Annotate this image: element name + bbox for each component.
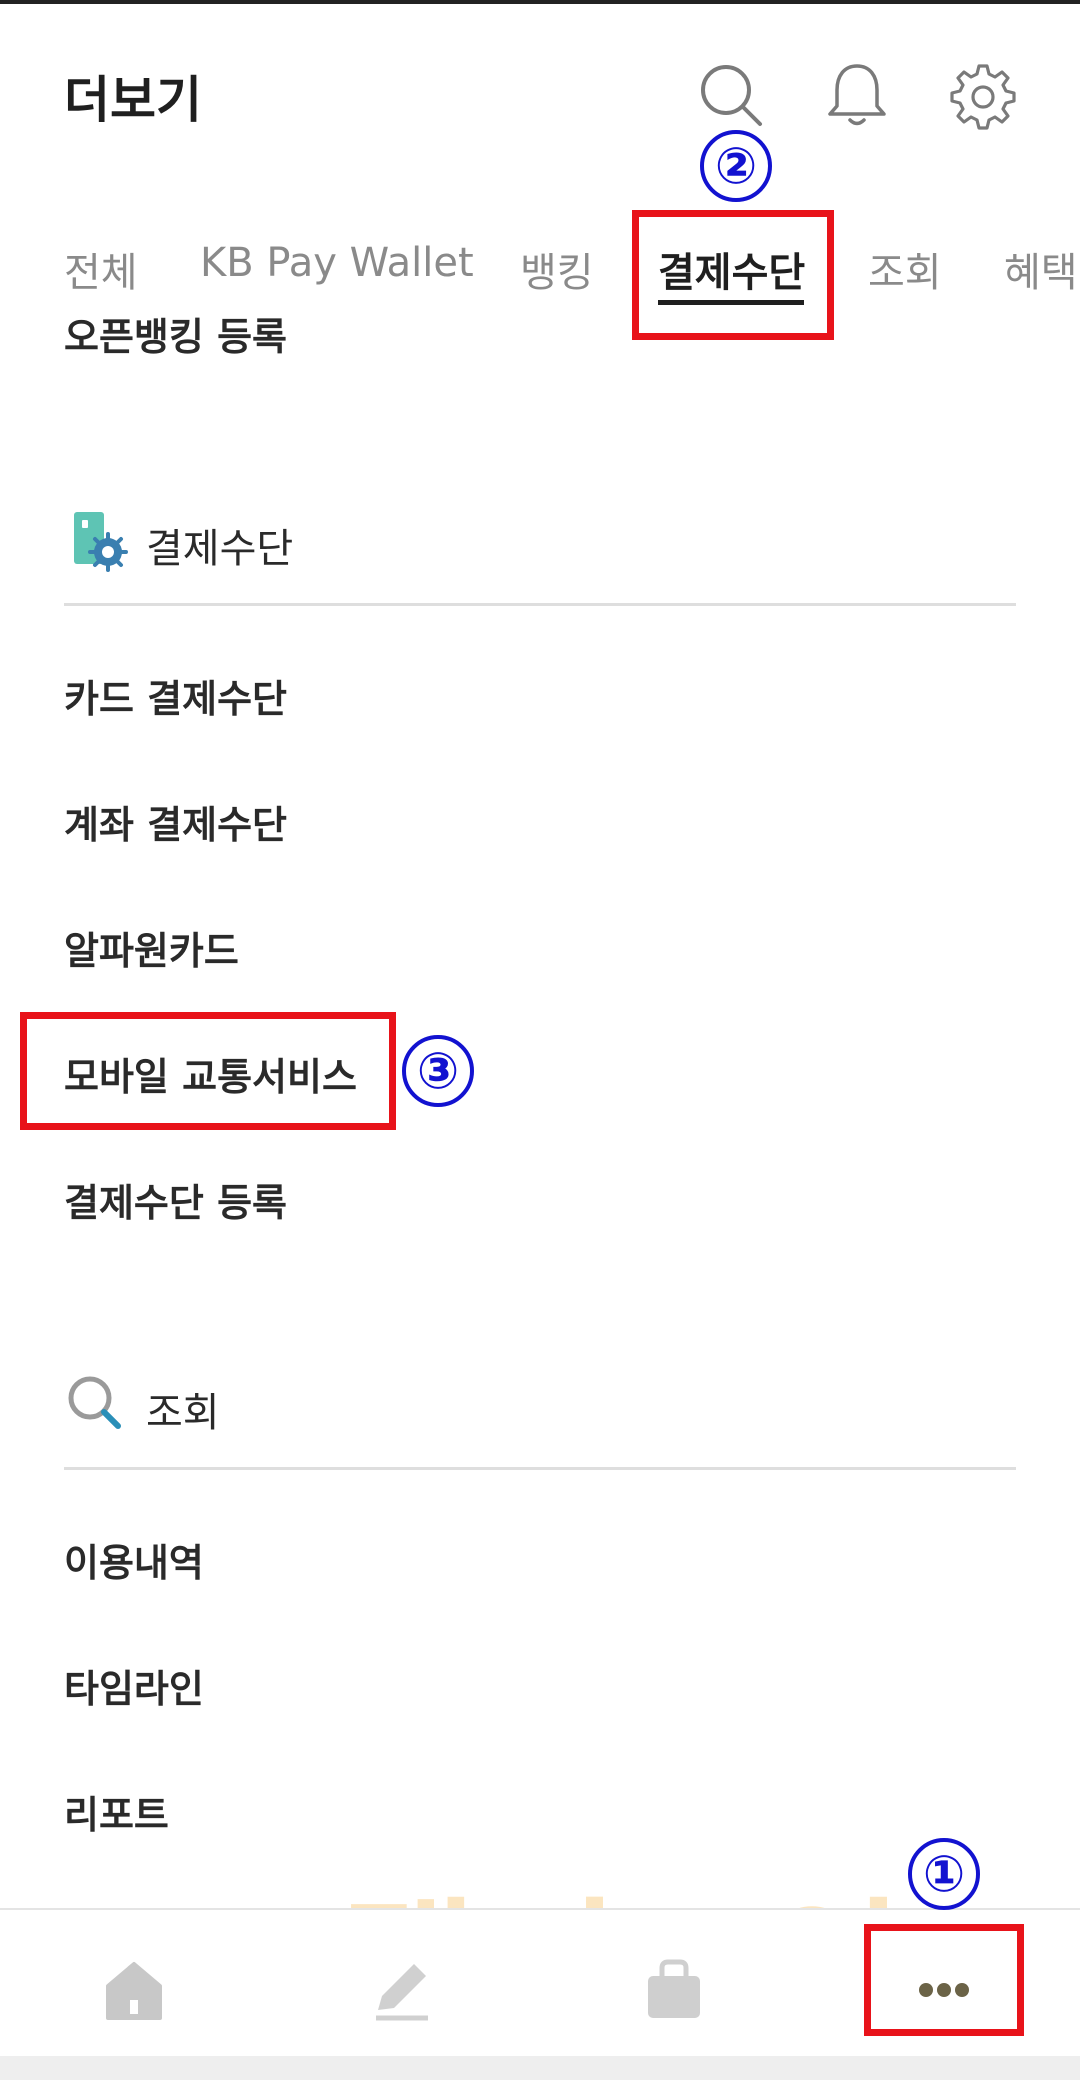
bag-icon[interactable] <box>634 1950 714 2030</box>
section-divider <box>64 1467 1016 1470</box>
pencil-icon[interactable] <box>362 1950 442 2030</box>
annotation-box-tab <box>632 210 834 340</box>
home-icon[interactable] <box>94 1950 174 2030</box>
menu-item-open-banking-register[interactable]: 오픈뱅킹 등록 <box>64 306 287 361</box>
search-icon <box>68 1376 121 1429</box>
section-title-inquiry: 조회 <box>146 1390 220 1436</box>
section-header-inquiry: 조회 <box>64 1372 1016 1452</box>
annotation-step-1: ① <box>908 1838 980 1910</box>
menu-item-register-payment[interactable]: 결제수단 등록 <box>64 1172 287 1227</box>
tab-all[interactable]: 전체 <box>64 240 138 298</box>
system-nav-strip <box>0 2056 1080 2080</box>
menu-item-alpha-one-card[interactable]: 알파원카드 <box>64 920 239 975</box>
gear-icon[interactable] <box>948 60 1018 130</box>
menu-item-card-payment[interactable]: 카드 결제수단 <box>64 668 287 723</box>
tab-inquiry[interactable]: 조회 <box>868 240 942 298</box>
bell-icon[interactable] <box>822 60 892 130</box>
status-bar-edge <box>0 0 1080 4</box>
menu-item-timeline[interactable]: 타임라인 <box>64 1658 204 1713</box>
menu-item-account-payment[interactable]: 계좌 결제수단 <box>64 794 287 849</box>
section-header-payment: 결제수단 <box>64 508 1016 588</box>
category-tabs: 전체 KB Pay Wallet 뱅킹 결제수단 조회 혜택 <box>0 240 1080 300</box>
page-title: 더보기 <box>64 71 202 129</box>
section-divider <box>64 603 1016 606</box>
menu-item-usage-history[interactable]: 이용내역 <box>64 1532 204 1587</box>
search-icon[interactable] <box>696 60 766 130</box>
section-title-payment: 결제수단 <box>146 526 294 572</box>
menu-item-report[interactable]: 리포트 <box>64 1784 169 1839</box>
annotation-step-3: ③ <box>402 1035 474 1107</box>
tab-kb-pay-wallet[interactable]: KB Pay Wallet <box>200 240 474 286</box>
annotation-box-more <box>864 1924 1024 2036</box>
tab-banking[interactable]: 뱅킹 <box>520 240 594 298</box>
card-gear-icon <box>74 512 128 572</box>
annotation-step-2: ② <box>700 130 772 202</box>
tab-benefits[interactable]: 혜택 <box>1004 240 1078 298</box>
annotation-box-mobile-transit <box>20 1012 396 1130</box>
